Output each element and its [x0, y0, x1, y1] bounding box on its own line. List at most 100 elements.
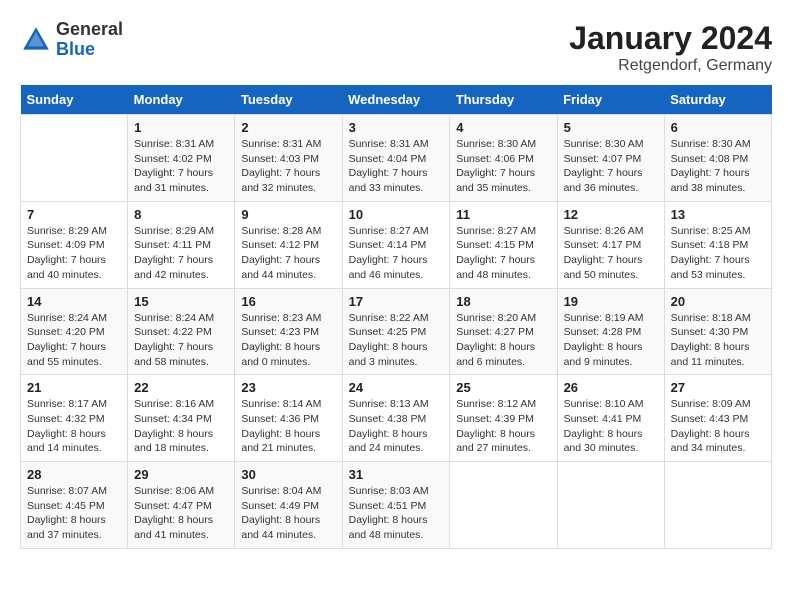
day-number: 12 — [564, 207, 658, 222]
calendar-cell: 1 Sunrise: 8:31 AM Sunset: 4:02 PM Daylig… — [128, 115, 235, 202]
day-number: 15 — [134, 294, 228, 309]
calendar-cell: 4Sunrise: 8:30 AM Sunset: 4:06 PM Daylig… — [450, 115, 557, 202]
week-row-1: 1 Sunrise: 8:31 AM Sunset: 4:02 PM Daylig… — [21, 115, 772, 202]
calendar-cell: 3 Sunrise: 8:31 AM Sunset: 4:04 PM Daylig… — [342, 115, 450, 202]
day-info: Sunrise: 8:30 AM Sunset: 4:06 PM Dayligh… — [456, 137, 550, 196]
day-number: 10 — [349, 207, 444, 222]
header-friday: Friday — [557, 85, 664, 115]
calendar-cell: 14Sunrise: 8:24 AM Sunset: 4:20 PM Dayli… — [21, 288, 128, 375]
calendar-cell — [21, 115, 128, 202]
calendar-cell: 19Sunrise: 8:19 AM Sunset: 4:28 PM Dayli… — [557, 288, 664, 375]
day-number: 24 — [349, 380, 444, 395]
header-sunday: Sunday — [21, 85, 128, 115]
calendar-cell — [664, 462, 771, 549]
calendar-cell: 10 Sunrise: 8:27 AM Sunset: 4:14 PM Dayli… — [342, 201, 450, 288]
calendar-cell: 16 Sunrise: 8:23 AM Sunset: 4:23 PM Dayli… — [235, 288, 342, 375]
day-info: Sunrise: 8:20 AM Sunset: 4:27 PM Dayligh… — [456, 311, 550, 370]
day-number: 20 — [671, 294, 765, 309]
day-number: 3 — [349, 120, 444, 135]
calendar-cell: 7 Sunrise: 8:29 AM Sunset: 4:09 PM Daylig… — [21, 201, 128, 288]
day-number: 2 — [241, 120, 335, 135]
calendar-cell: 31 Sunrise: 8:03 AM Sunset: 4:51 PM Dayli… — [342, 462, 450, 549]
calendar-cell — [557, 462, 664, 549]
calendar-cell: 15 Sunrise: 8:24 AM Sunset: 4:22 PM Dayli… — [128, 288, 235, 375]
day-number: 13 — [671, 207, 765, 222]
day-number: 25 — [456, 380, 550, 395]
calendar-cell: 18 Sunrise: 8:20 AM Sunset: 4:27 PM Dayli… — [450, 288, 557, 375]
day-number: 19 — [564, 294, 658, 309]
day-info: Sunrise: 8:16 AM Sunset: 4:34 PM Dayligh… — [134, 397, 228, 456]
day-number: 1 — [134, 120, 228, 135]
calendar-cell: 5 Sunrise: 8:30 AM Sunset: 4:07 PM Daylig… — [557, 115, 664, 202]
calendar-cell: 23 Sunrise: 8:14 AM Sunset: 4:36 PM Dayli… — [235, 375, 342, 462]
logo-text: General Blue — [56, 20, 123, 60]
day-info: Sunrise: 8:24 AM Sunset: 4:22 PM Dayligh… — [134, 311, 228, 370]
day-number: 9 — [241, 207, 335, 222]
day-info: Sunrise: 8:23 AM Sunset: 4:23 PM Dayligh… — [241, 311, 335, 370]
calendar-cell: 24 Sunrise: 8:13 AM Sunset: 4:38 PM Dayli… — [342, 375, 450, 462]
calendar-cell: 21 Sunrise: 8:17 AM Sunset: 4:32 PM Dayli… — [21, 375, 128, 462]
calendar-cell: 17 Sunrise: 8:22 AM Sunset: 4:25 PM Dayli… — [342, 288, 450, 375]
day-info: Sunrise: 8:29 AM Sunset: 4:11 PM Dayligh… — [134, 224, 228, 283]
calendar-cell: 8 Sunrise: 8:29 AM Sunset: 4:11 PM Daylig… — [128, 201, 235, 288]
day-number: 5 — [564, 120, 658, 135]
calendar-cell: 28 Sunrise: 8:07 AM Sunset: 4:45 PM Dayli… — [21, 462, 128, 549]
calendar-header-row: SundayMondayTuesdayWednesdayThursdayFrid… — [21, 85, 772, 115]
week-row-2: 7 Sunrise: 8:29 AM Sunset: 4:09 PM Daylig… — [21, 201, 772, 288]
day-info: Sunrise: 8:31 AM Sunset: 4:02 PM Dayligh… — [134, 137, 228, 196]
day-info: Sunrise: 8:30 AM Sunset: 4:07 PM Dayligh… — [564, 137, 658, 196]
calendar-cell: 22 Sunrise: 8:16 AM Sunset: 4:34 PM Dayli… — [128, 375, 235, 462]
day-info: Sunrise: 8:12 AM Sunset: 4:39 PM Dayligh… — [456, 397, 550, 456]
calendar-cell: 25 Sunrise: 8:12 AM Sunset: 4:39 PM Dayli… — [450, 375, 557, 462]
day-number: 31 — [349, 467, 444, 482]
day-info: Sunrise: 8:03 AM Sunset: 4:51 PM Dayligh… — [349, 484, 444, 543]
day-number: 7 — [27, 207, 121, 222]
calendar-title: January 2024 — [569, 20, 772, 57]
day-number: 14 — [27, 294, 121, 309]
calendar-cell: 29Sunrise: 8:06 AM Sunset: 4:47 PM Dayli… — [128, 462, 235, 549]
week-row-3: 14Sunrise: 8:24 AM Sunset: 4:20 PM Dayli… — [21, 288, 772, 375]
day-info: Sunrise: 8:09 AM Sunset: 4:43 PM Dayligh… — [671, 397, 765, 456]
week-row-5: 28 Sunrise: 8:07 AM Sunset: 4:45 PM Dayli… — [21, 462, 772, 549]
day-number: 11 — [456, 207, 550, 222]
day-number: 29 — [134, 467, 228, 482]
header-monday: Monday — [128, 85, 235, 115]
header-wednesday: Wednesday — [342, 85, 450, 115]
day-info: Sunrise: 8:22 AM Sunset: 4:25 PM Dayligh… — [349, 311, 444, 370]
day-info: Sunrise: 8:10 AM Sunset: 4:41 PM Dayligh… — [564, 397, 658, 456]
day-number: 27 — [671, 380, 765, 395]
day-number: 16 — [241, 294, 335, 309]
day-info: Sunrise: 8:13 AM Sunset: 4:38 PM Dayligh… — [349, 397, 444, 456]
day-info: Sunrise: 8:28 AM Sunset: 4:12 PM Dayligh… — [241, 224, 335, 283]
header-saturday: Saturday — [664, 85, 771, 115]
calendar-cell: 13Sunrise: 8:25 AM Sunset: 4:18 PM Dayli… — [664, 201, 771, 288]
day-info: Sunrise: 8:29 AM Sunset: 4:09 PM Dayligh… — [27, 224, 121, 283]
header-tuesday: Tuesday — [235, 85, 342, 115]
day-number: 6 — [671, 120, 765, 135]
day-number: 22 — [134, 380, 228, 395]
calendar-cell: 26Sunrise: 8:10 AM Sunset: 4:41 PM Dayli… — [557, 375, 664, 462]
title-block: January 2024 Retgendorf, Germany — [569, 20, 772, 75]
day-info: Sunrise: 8:30 AM Sunset: 4:08 PM Dayligh… — [671, 137, 765, 196]
day-info: Sunrise: 8:04 AM Sunset: 4:49 PM Dayligh… — [241, 484, 335, 543]
logo-general: General — [56, 20, 123, 40]
day-info: Sunrise: 8:31 AM Sunset: 4:04 PM Dayligh… — [349, 137, 444, 196]
day-number: 23 — [241, 380, 335, 395]
day-info: Sunrise: 8:14 AM Sunset: 4:36 PM Dayligh… — [241, 397, 335, 456]
logo-blue: Blue — [56, 40, 123, 60]
day-info: Sunrise: 8:27 AM Sunset: 4:15 PM Dayligh… — [456, 224, 550, 283]
day-info: Sunrise: 8:07 AM Sunset: 4:45 PM Dayligh… — [27, 484, 121, 543]
day-number: 18 — [456, 294, 550, 309]
calendar-cell: 2 Sunrise: 8:31 AM Sunset: 4:03 PM Daylig… — [235, 115, 342, 202]
calendar-cell: 9 Sunrise: 8:28 AM Sunset: 4:12 PM Daylig… — [235, 201, 342, 288]
day-info: Sunrise: 8:17 AM Sunset: 4:32 PM Dayligh… — [27, 397, 121, 456]
day-number: 28 — [27, 467, 121, 482]
day-info: Sunrise: 8:31 AM Sunset: 4:03 PM Dayligh… — [241, 137, 335, 196]
day-number: 8 — [134, 207, 228, 222]
calendar-cell: 12Sunrise: 8:26 AM Sunset: 4:17 PM Dayli… — [557, 201, 664, 288]
week-row-4: 21 Sunrise: 8:17 AM Sunset: 4:32 PM Dayli… — [21, 375, 772, 462]
day-number: 17 — [349, 294, 444, 309]
day-info: Sunrise: 8:27 AM Sunset: 4:14 PM Dayligh… — [349, 224, 444, 283]
day-number: 21 — [27, 380, 121, 395]
calendar-cell — [450, 462, 557, 549]
